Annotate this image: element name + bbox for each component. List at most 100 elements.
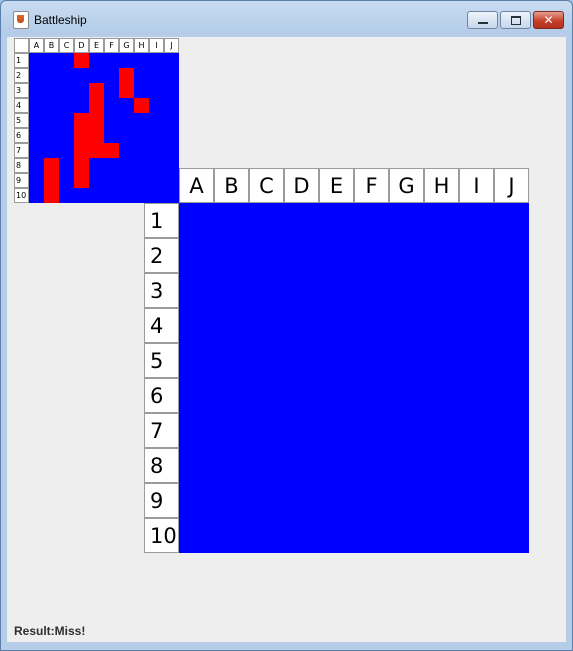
water-cell-g5[interactable] [389, 343, 424, 378]
water-cell-c3[interactable] [249, 273, 284, 308]
water-cell-a1[interactable] [179, 203, 214, 238]
water-cell-i6[interactable] [459, 378, 494, 413]
water-cell-a2[interactable] [179, 238, 214, 273]
water-cell-a6[interactable] [179, 378, 214, 413]
water-cell-h9[interactable] [424, 483, 459, 518]
water-cell-h5[interactable] [424, 343, 459, 378]
water-cell-f2[interactable] [354, 238, 389, 273]
water-cell-i1[interactable] [459, 203, 494, 238]
water-cell-j7[interactable] [494, 413, 529, 448]
water-cell-b2[interactable] [214, 238, 249, 273]
water-cell-d7[interactable] [284, 413, 319, 448]
water-cell-g4[interactable] [389, 308, 424, 343]
water-cell-c5[interactable] [249, 343, 284, 378]
water-cell-j1[interactable] [494, 203, 529, 238]
water-cell-f8[interactable] [354, 448, 389, 483]
water-cell-d6[interactable] [284, 378, 319, 413]
water-cell-f4[interactable] [354, 308, 389, 343]
water-cell-g6[interactable] [389, 378, 424, 413]
water-cell-c10[interactable] [249, 518, 284, 553]
water-cell-e3[interactable] [319, 273, 354, 308]
water-cell-j3[interactable] [494, 273, 529, 308]
water-cell-e8[interactable] [319, 448, 354, 483]
water-cell-e9[interactable] [319, 483, 354, 518]
water-cell-g10[interactable] [389, 518, 424, 553]
water-cell-b9[interactable] [214, 483, 249, 518]
water-cell-e6[interactable] [319, 378, 354, 413]
water-cell-h8[interactable] [424, 448, 459, 483]
water-cell-g9[interactable] [389, 483, 424, 518]
water-cell-i4[interactable] [459, 308, 494, 343]
water-cell-i8[interactable] [459, 448, 494, 483]
water-cell-i3[interactable] [459, 273, 494, 308]
water-cell-h1[interactable] [424, 203, 459, 238]
water-cell-c4[interactable] [249, 308, 284, 343]
water-cell-h3[interactable] [424, 273, 459, 308]
water-cell-d4[interactable] [284, 308, 319, 343]
water-cell-h10[interactable] [424, 518, 459, 553]
water-cell-f5[interactable] [354, 343, 389, 378]
water-cell-h6[interactable] [424, 378, 459, 413]
water-cell-f9[interactable] [354, 483, 389, 518]
water-cell-d1[interactable] [284, 203, 319, 238]
water-cell-a3[interactable] [179, 273, 214, 308]
water-cell-d2[interactable] [284, 238, 319, 273]
water-cell-i5[interactable] [459, 343, 494, 378]
water-cell-j8[interactable] [494, 448, 529, 483]
water-cell-a8[interactable] [179, 448, 214, 483]
water-cell-b10[interactable] [214, 518, 249, 553]
water-cell-g1[interactable] [389, 203, 424, 238]
water-cell-i9[interactable] [459, 483, 494, 518]
water-cell-c6[interactable] [249, 378, 284, 413]
title-bar[interactable]: Battleship ✕ [1, 1, 572, 31]
water-cell-j4[interactable] [494, 308, 529, 343]
water-cell-c8[interactable] [249, 448, 284, 483]
water-cell-a4[interactable] [179, 308, 214, 343]
water-cell-f6[interactable] [354, 378, 389, 413]
close-button[interactable]: ✕ [533, 11, 564, 29]
water-cell-e2[interactable] [319, 238, 354, 273]
water-cell-a10[interactable] [179, 518, 214, 553]
water-cell-h4[interactable] [424, 308, 459, 343]
water-cell-c2[interactable] [249, 238, 284, 273]
water-cell-g2[interactable] [389, 238, 424, 273]
water-cell-d10[interactable] [284, 518, 319, 553]
water-cell-i2[interactable] [459, 238, 494, 273]
water-cell-e7[interactable] [319, 413, 354, 448]
water-cell-j6[interactable] [494, 378, 529, 413]
water-cell-f1[interactable] [354, 203, 389, 238]
water-cell-b1[interactable] [214, 203, 249, 238]
water-cell-f10[interactable] [354, 518, 389, 553]
water-cell-i7[interactable] [459, 413, 494, 448]
water-cell-c9[interactable] [249, 483, 284, 518]
water-cell-g7[interactable] [389, 413, 424, 448]
water-cell-g8[interactable] [389, 448, 424, 483]
water-cell-d5[interactable] [284, 343, 319, 378]
water-cell-c7[interactable] [249, 413, 284, 448]
water-cell-b4[interactable] [214, 308, 249, 343]
water-cell-b3[interactable] [214, 273, 249, 308]
water-cell-e5[interactable] [319, 343, 354, 378]
water-cell-f7[interactable] [354, 413, 389, 448]
water-cell-e10[interactable] [319, 518, 354, 553]
water-cell-d8[interactable] [284, 448, 319, 483]
water-cell-d9[interactable] [284, 483, 319, 518]
water-cell-f3[interactable] [354, 273, 389, 308]
water-cell-b6[interactable] [214, 378, 249, 413]
water-cell-b8[interactable] [214, 448, 249, 483]
water-cell-j10[interactable] [494, 518, 529, 553]
maximize-button[interactable] [500, 11, 531, 29]
water-cell-h7[interactable] [424, 413, 459, 448]
water-cell-h2[interactable] [424, 238, 459, 273]
water-cell-d3[interactable] [284, 273, 319, 308]
water-cell-a7[interactable] [179, 413, 214, 448]
water-cell-b7[interactable] [214, 413, 249, 448]
water-cell-j9[interactable] [494, 483, 529, 518]
water-cell-j5[interactable] [494, 343, 529, 378]
water-cell-c1[interactable] [249, 203, 284, 238]
water-cell-b5[interactable] [214, 343, 249, 378]
water-cell-a5[interactable] [179, 343, 214, 378]
water-cell-g3[interactable] [389, 273, 424, 308]
water-cell-e4[interactable] [319, 308, 354, 343]
water-cell-i10[interactable] [459, 518, 494, 553]
